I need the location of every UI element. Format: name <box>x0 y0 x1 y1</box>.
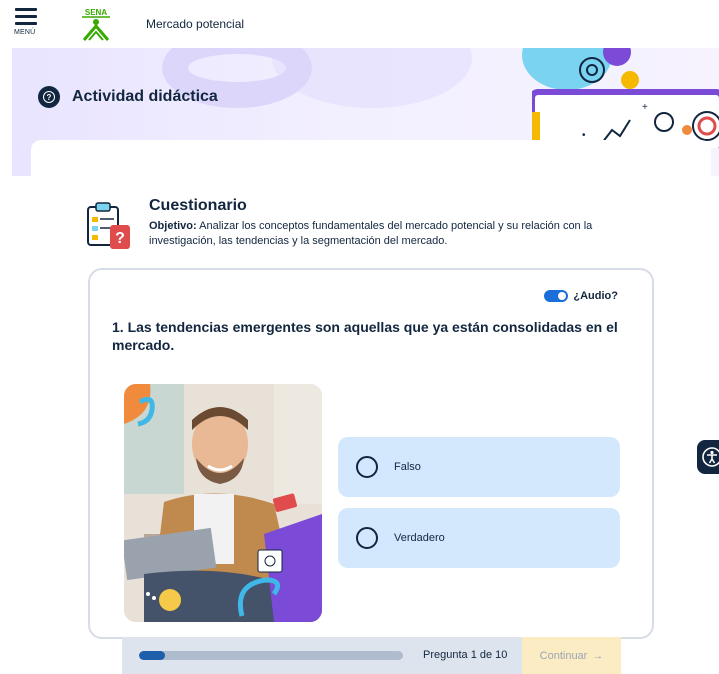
audio-toggle-switch[interactable] <box>544 290 569 302</box>
progress-track <box>139 651 403 660</box>
option-label: Verdadero <box>394 532 445 544</box>
svg-text:?: ? <box>115 230 125 247</box>
app-title: Mercado potencial <box>146 17 245 31</box>
question-text: 1. Las tendencias emergentes son aquella… <box>112 319 618 353</box>
audio-toggle[interactable]: ¿Audio? <box>544 290 618 302</box>
progress-footer: Pregunta 1 de 10 Continuar → <box>122 637 621 674</box>
option-falso[interactable]: Falso <box>338 437 620 497</box>
option-label: Falso <box>394 461 421 473</box>
audio-label: ¿Audio? <box>573 290 618 302</box>
question-image <box>124 384 322 622</box>
objective-text: Analizar los conceptos fundamentales del… <box>149 220 593 247</box>
analytics-illustration: • + <box>532 48 719 148</box>
section-heading: ? Actividad didáctica <box>38 86 218 108</box>
quiz-objective: Objetivo: Analizar los conceptos fundame… <box>149 219 639 249</box>
option-verdadero[interactable]: Verdadero <box>338 508 620 568</box>
objective-label: Objetivo: <box>149 220 197 232</box>
progress-label: Pregunta 1 de 10 <box>423 649 508 661</box>
menu-label: MENÚ <box>14 29 36 36</box>
arrow-right-icon: → <box>592 649 604 662</box>
top-bar: MENÚ SENA Mercado potencial <box>0 0 719 48</box>
accessibility-icon <box>702 447 719 467</box>
question-circle-icon: ? <box>38 86 60 108</box>
section-title: Actividad didáctica <box>72 88 218 105</box>
menu-icon-bar <box>15 22 37 25</box>
accessibility-button[interactable] <box>697 440 719 474</box>
menu-icon-bar <box>15 15 37 18</box>
progress-fill <box>139 651 166 660</box>
continue-button[interactable]: Continuar → <box>522 637 621 674</box>
svg-text:+: + <box>642 102 648 113</box>
menu-icon <box>15 8 37 11</box>
quiz-clipboard-icon: ? <box>87 202 130 249</box>
menu-button[interactable]: MENÚ <box>14 8 40 42</box>
question-box: ¿Audio? 1. Las tendencias emergentes son… <box>88 268 654 639</box>
sena-logo: SENA <box>82 8 110 41</box>
continue-label: Continuar <box>539 649 588 662</box>
quiz-title: Cuestionario <box>149 197 247 214</box>
svg-text:SENA: SENA <box>85 8 107 17</box>
radio-button[interactable] <box>356 456 378 478</box>
radio-button[interactable] <box>356 527 378 549</box>
